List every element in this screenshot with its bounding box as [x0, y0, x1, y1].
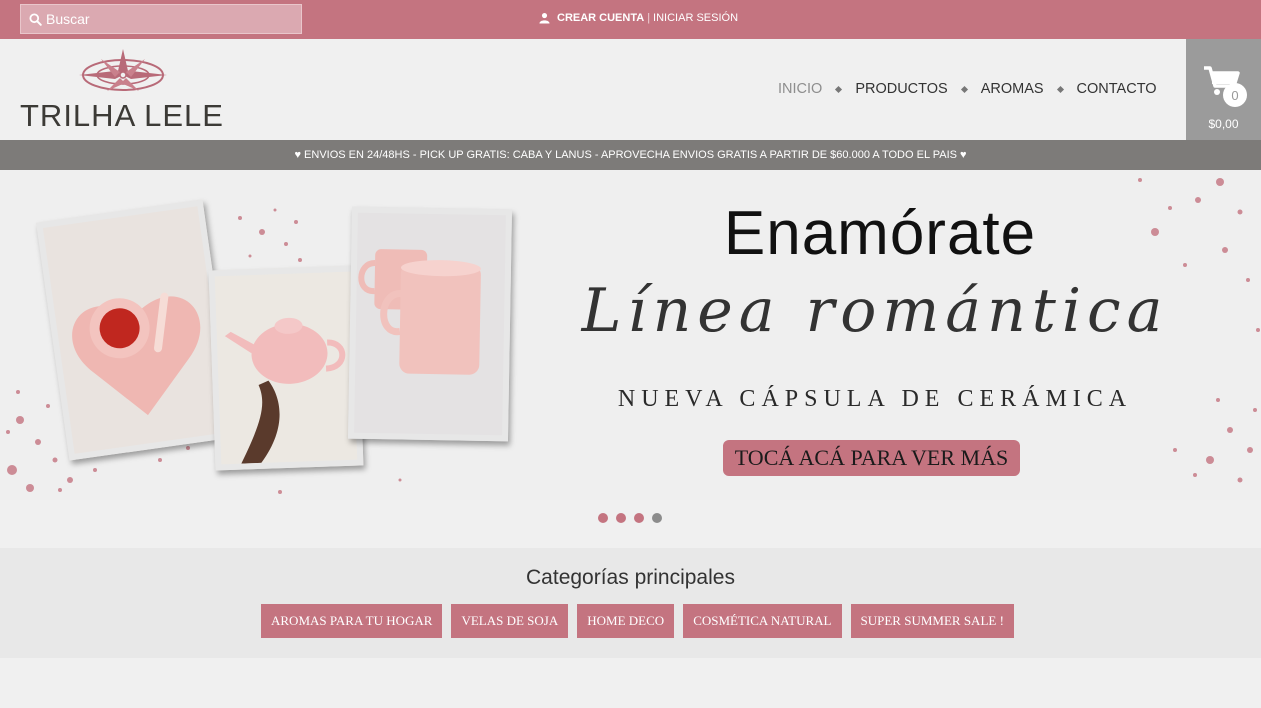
nav-contacto[interactable]: CONTACTO	[1077, 81, 1157, 97]
category-sale-button[interactable]: SUPER SUMMER SALE !	[850, 604, 1014, 638]
slider-pagination	[598, 513, 670, 523]
login-link[interactable]: INICIAR SESIÓN	[653, 12, 738, 24]
top-bar: CREAR CUENTA | INICIAR SESIÓN	[0, 0, 1261, 39]
banner-headline: Enamórate	[723, 199, 1037, 268]
search-icon	[29, 12, 42, 26]
search-input[interactable]	[46, 11, 286, 27]
account-separator: |	[647, 12, 651, 24]
logo-text[interactable]: TRILHA LELE	[20, 98, 224, 134]
main-nav: INICIO PRODUCTOS AROMAS CONTACTO	[778, 81, 1157, 97]
nav-aromas[interactable]: AROMAS	[981, 81, 1044, 97]
shipping-announcement: ♥ ENVIOS EN 24/48HS - PICK UP GRATIS: CA…	[0, 140, 1261, 170]
slider-dot-3[interactable]	[634, 513, 644, 523]
site-header: TRILHA LELE INICIO PRODUCTOS AROMAS CONT…	[0, 39, 1261, 140]
cart-total: $0,00	[1208, 117, 1239, 131]
banner-cta-button[interactable]: TOCÁ ACÁ PARA VER MÁS	[723, 440, 1020, 476]
category-buttons: AROMAS PARA TU HOGAR VELAS DE SOJA HOME …	[261, 604, 1023, 638]
product-photo-heart-cup	[36, 199, 236, 461]
category-velas-button[interactable]: VELAS DE SOJA	[451, 604, 569, 638]
cart-count-badge: 0	[1223, 83, 1247, 107]
category-cosmetica-button[interactable]: COSMÉTICA NATURAL	[683, 604, 842, 638]
categories-title: Categorías principales	[526, 566, 735, 589]
product-photo-teapot	[208, 265, 364, 471]
category-home-deco-button[interactable]: HOME DECO	[577, 604, 675, 638]
hero-banner[interactable]: Enamórate Línea romántica NUEVA CÁPSULA …	[0, 170, 1261, 500]
nav-separator	[835, 85, 843, 93]
banner-script-line: Línea romántica	[581, 276, 1169, 346]
nav-separator	[1056, 85, 1064, 93]
account-links: CREAR CUENTA | INICIAR SESIÓN	[539, 12, 738, 24]
nav-productos[interactable]: PRODUCTOS	[855, 81, 947, 97]
nav-inicio[interactable]: INICIO	[778, 81, 822, 97]
user-icon	[539, 12, 550, 24]
main-categories: Categorías principales AROMAS PARA TU HO…	[0, 548, 1261, 658]
slider-dot-2[interactable]	[616, 513, 626, 523]
banner-subline: NUEVA CÁPSULA DE CERÁMICA	[617, 386, 1133, 412]
nav-separator	[960, 85, 968, 93]
cart-button[interactable]: 0 $0,00	[1186, 39, 1261, 140]
slider-dot-4[interactable]	[652, 513, 662, 523]
product-photo-mugs	[347, 206, 513, 442]
slider-dot-1[interactable]	[598, 513, 608, 523]
search-box[interactable]	[20, 4, 302, 34]
create-account-link[interactable]: CREAR CUENTA	[557, 12, 644, 24]
category-aromas-button[interactable]: AROMAS PARA TU HOGAR	[261, 604, 443, 638]
